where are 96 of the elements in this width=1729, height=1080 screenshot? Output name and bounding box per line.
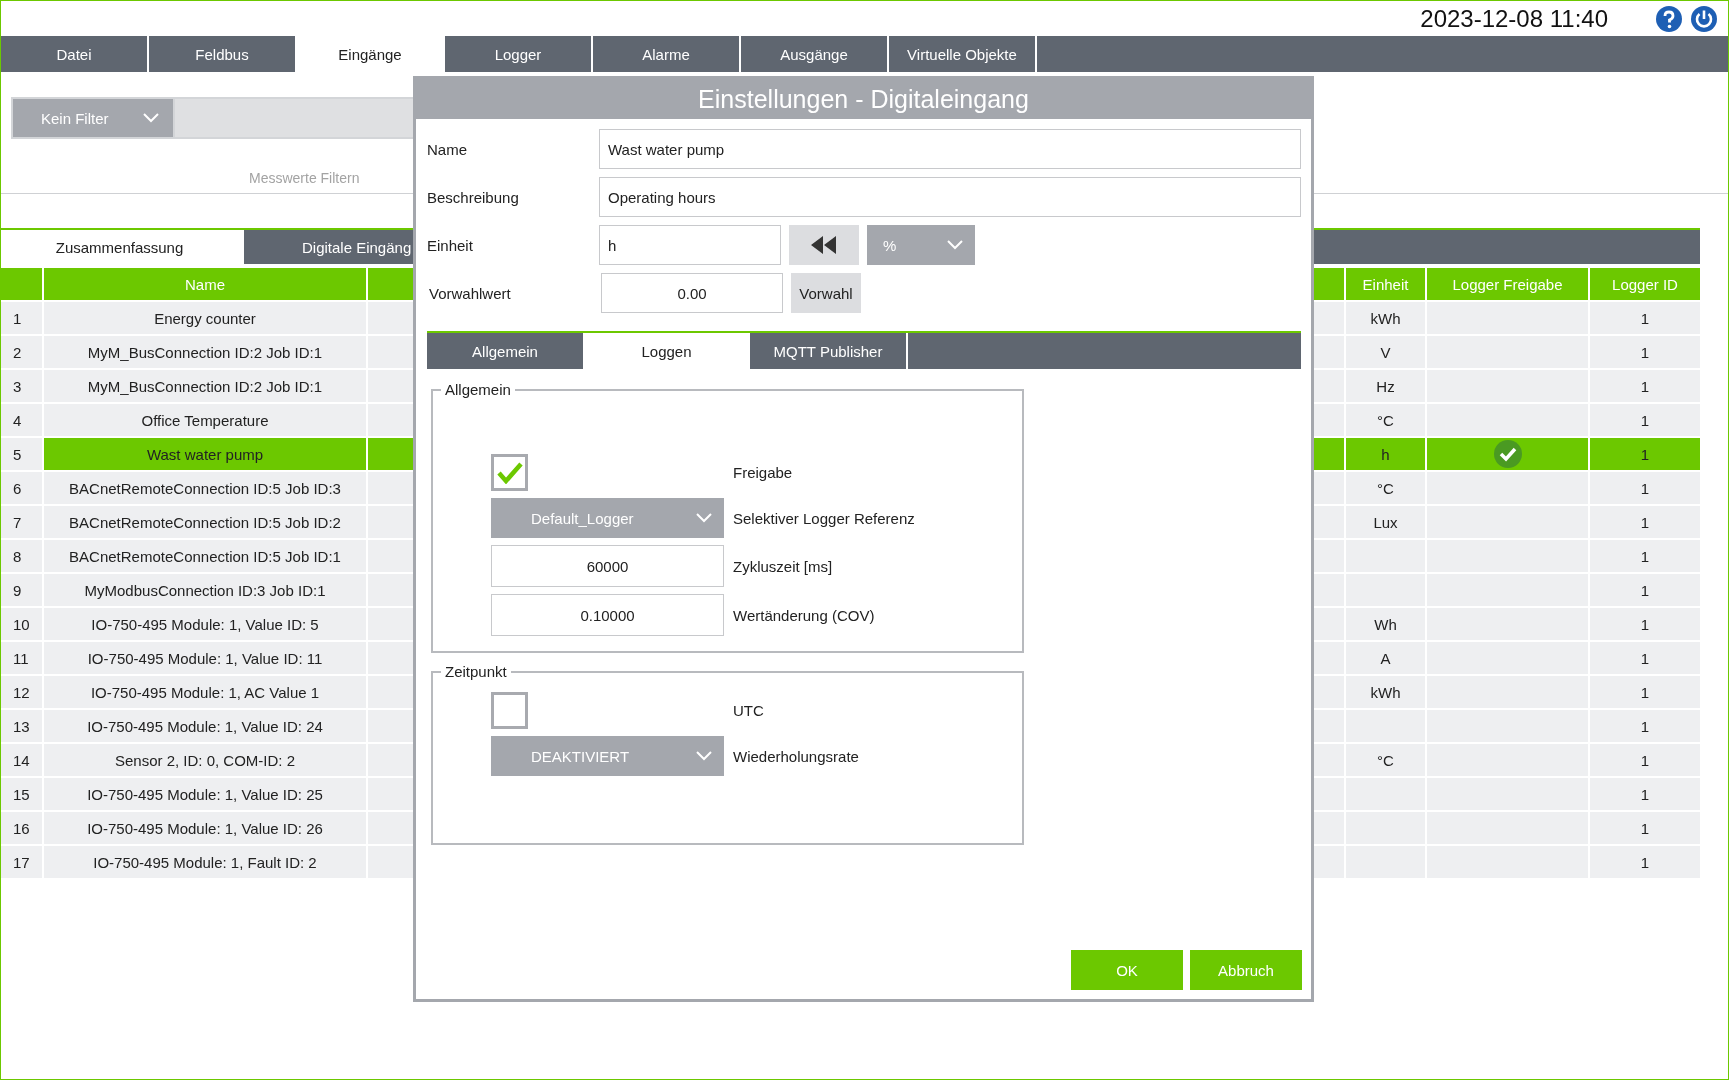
table-cell: 1: [1588, 436, 1700, 470]
row-number: 3: [1, 368, 42, 402]
filter-caption: Messwerte Filtern: [249, 170, 360, 186]
table-cell: Lux: [1344, 504, 1425, 538]
row-number: 17: [1, 844, 42, 878]
table-cell: °C: [1344, 742, 1425, 776]
field-label: Name: [427, 140, 468, 158]
checkbox[interactable]: [491, 692, 528, 729]
input-field[interactable]: 0.00: [601, 273, 783, 313]
table-cell: 1: [1588, 572, 1700, 606]
chevron-icon: [696, 751, 712, 761]
field-label: Zykluszeit [ms]: [733, 557, 833, 575]
table-cell: MyModbusConnection ID:3 Job ID:1: [42, 572, 366, 606]
row-number: 2: [1, 334, 42, 368]
row-number: 5: [1, 436, 42, 470]
table-cell: 1: [1588, 334, 1700, 368]
table-cell: 1: [1588, 776, 1700, 810]
field-label: Selektiver Logger Referenz: [733, 509, 915, 527]
sub-tab[interactable]: Zusammenfassung: [1, 230, 244, 264]
row-number: 10: [1, 606, 42, 640]
power-icon[interactable]: [1690, 4, 1718, 33]
chevron-icon: [696, 513, 712, 523]
group-title: Zeitpunkt: [444, 663, 508, 680]
table-cell: 1: [1588, 470, 1700, 504]
checkbox[interactable]: [491, 454, 528, 491]
table-cell: 1: [1588, 504, 1700, 538]
table-cell: IO-750-495 Module: 1, Value ID: 26: [42, 810, 366, 844]
rewind-button[interactable]: [789, 225, 859, 265]
table-cell: IO-750-495 Module: 1, Fault ID: 2: [42, 844, 366, 878]
table-cell: 1: [1588, 538, 1700, 572]
table-cell: MyM_BusConnection ID:2 Job ID:1: [42, 368, 366, 402]
table-cell: IO-750-495 Module: 1, Value ID: 24: [42, 708, 366, 742]
row-number: 15: [1, 776, 42, 810]
input-field[interactable]: Operating hours: [599, 177, 1301, 217]
row-number: 7: [1, 504, 42, 538]
table-cell: kWh: [1344, 300, 1425, 334]
table-cell: BACnetRemoteConnection ID:5 Job ID:2: [42, 504, 366, 538]
input-field[interactable]: 0.10000: [491, 594, 724, 636]
table-cell: 1: [1588, 402, 1700, 436]
table-cell: BACnetRemoteConnection ID:5 Job ID:3: [42, 470, 366, 504]
table-cell: 1: [1588, 606, 1700, 640]
row-number: 8: [1, 538, 42, 572]
table-cell: kWh: [1344, 674, 1425, 708]
table-cell: BACnetRemoteConnection ID:5 Job ID:1: [42, 538, 366, 572]
table-cell: IO-750-495 Module: 1, Value ID: 25: [42, 776, 366, 810]
preset-button[interactable]: Vorwahl: [791, 273, 861, 313]
table-cell: 1: [1588, 674, 1700, 708]
table-cell: 1: [1588, 300, 1700, 334]
field-label: Beschreibung: [427, 188, 520, 206]
field-label: UTC: [733, 702, 764, 719]
table-cell: 1: [1588, 810, 1700, 844]
table-cell: 1: [1588, 844, 1700, 878]
table-cell: Wast water pump: [42, 436, 366, 470]
row-number: 12: [1, 674, 42, 708]
field-label: Freigabe: [733, 464, 793, 481]
field-label: Einheit: [427, 236, 474, 254]
row-number: 1: [1, 300, 42, 334]
table-cell: 1: [1588, 742, 1700, 776]
table-cell: A: [1344, 640, 1425, 674]
row-number: 6: [1, 470, 42, 504]
row-number: 11: [1, 640, 42, 674]
table-cell: 1: [1588, 368, 1700, 402]
table-cell: °C: [1344, 402, 1425, 436]
table-cell: °C: [1344, 470, 1425, 504]
input-field[interactable]: Wast water pump: [599, 129, 1301, 169]
table-cell: IO-750-495 Module: 1, AC Value 1: [42, 674, 366, 708]
table-cell: h: [1344, 436, 1425, 470]
row-number: 4: [1, 402, 42, 436]
table-cell: Sensor 2, ID: 0, COM-ID: 2: [42, 742, 366, 776]
table-cell: IO-750-495 Module: 1, Value ID: 5: [42, 606, 366, 640]
field-label: Vorwahlwert: [428, 284, 512, 302]
dialog-tab[interactable]: Loggen: [585, 333, 750, 369]
table-cell: MyM_BusConnection ID:2 Job ID:1: [42, 334, 366, 368]
table-cell: 1: [1588, 640, 1700, 674]
group-title: Allgemein: [444, 381, 512, 398]
input-field[interactable]: h: [599, 225, 781, 265]
table-cell: IO-750-495 Module: 1, Value ID: 11: [42, 640, 366, 674]
row-number: 13: [1, 708, 42, 742]
table-cell: 1: [1588, 708, 1700, 742]
table-cell: Office Temperature: [42, 402, 366, 436]
table-cell: Wh: [1344, 606, 1425, 640]
row-number: 16: [1, 810, 42, 844]
row-number: 9: [1, 572, 42, 606]
input-field[interactable]: 60000: [491, 545, 724, 587]
clock-text: 2023-12-08 11:40: [1420, 4, 1608, 33]
table-cell: V: [1344, 334, 1425, 368]
dialog-title: Einstellungen - Digitaleingang: [416, 79, 1311, 119]
nav-tab[interactable]: Eingänge: [297, 36, 445, 72]
table-cell: Energy counter: [42, 300, 366, 334]
rewind-icon: [811, 236, 837, 254]
field-label: Wertänderung (COV): [733, 606, 875, 624]
table-cell: Hz: [1344, 368, 1425, 402]
field-label: Wiederholungsrate: [733, 747, 859, 765]
chevron-icon: [947, 240, 963, 250]
row-number: 14: [1, 742, 42, 776]
help-icon[interactable]: [1656, 5, 1682, 32]
